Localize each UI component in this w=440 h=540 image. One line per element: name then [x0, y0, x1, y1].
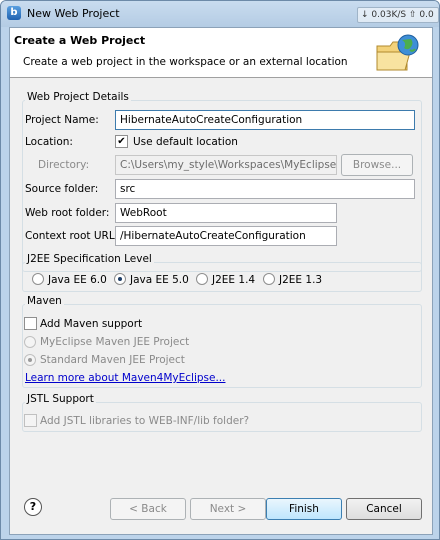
java-ee-6-label: Java EE 6.0 [48, 274, 107, 286]
back-button[interactable]: < Back [110, 498, 186, 520]
add-maven-support-label: Add Maven support [40, 318, 143, 330]
standard-maven-jee-label: Standard Maven JEE Project [40, 354, 185, 366]
wizard-description: Create a web project in the workspace or… [23, 56, 348, 68]
use-default-location-label: Use default location [133, 136, 238, 148]
folder-globe-icon [376, 34, 419, 71]
source-folder-input[interactable]: src [115, 179, 415, 199]
project-name-input[interactable]: HibernateAutoCreateConfiguration [115, 110, 415, 130]
context-root-url-label: Context root URL: [25, 230, 119, 242]
use-default-location-checkbox[interactable]: ✔ [115, 135, 128, 148]
next-button[interactable]: Next > [190, 498, 266, 520]
radio-java-ee-5[interactable] [114, 273, 126, 285]
browse-button[interactable]: Browse... [341, 154, 413, 176]
dialog-client-area: Create a Web Project Create a web projec… [9, 27, 433, 535]
web-root-folder-label: Web root folder: [25, 207, 110, 219]
j2ee-1-4-label: J2EE 1.4 [212, 274, 256, 286]
wizard-title: Create a Web Project [14, 34, 146, 47]
window-title: New Web Project [27, 7, 120, 20]
add-maven-support-checkbox[interactable] [24, 317, 37, 330]
network-speed-widget: ↓ 0.03K/S ⇧ 0.0 [357, 7, 439, 23]
web-root-folder-input[interactable]: WebRoot [115, 203, 337, 223]
radio-myeclipse-maven-jee[interactable] [24, 336, 36, 348]
jstl-support-label: JSTL Support [25, 393, 96, 405]
help-icon[interactable]: ? [24, 498, 42, 516]
project-name-label: Project Name: [25, 114, 99, 126]
java-ee-5-label: Java EE 5.0 [130, 274, 189, 286]
context-root-url-input[interactable]: /HibernateAutoCreateConfiguration [115, 226, 337, 246]
radio-j2ee-1-3[interactable] [263, 273, 275, 285]
learn-more-maven-link[interactable]: Learn more about Maven4MyEclipse... [25, 372, 225, 384]
source-folder-label: Source folder: [25, 183, 99, 195]
myeclipse-maven-jee-label: MyEclipse Maven JEE Project [40, 336, 190, 348]
finish-button[interactable]: Finish [266, 498, 342, 520]
maven-label: Maven [25, 295, 64, 307]
j2ee-spec-label: J2EE Specification Level [25, 253, 154, 265]
cancel-button[interactable]: Cancel [346, 498, 422, 520]
directory-label: Directory: [38, 159, 90, 171]
radio-java-ee-6[interactable] [32, 273, 44, 285]
j2ee-1-3-label: J2EE 1.3 [279, 274, 323, 286]
add-jstl-label: Add JSTL libraries to WEB-INF/lib folder… [40, 415, 250, 427]
radio-standard-maven-jee[interactable] [24, 354, 36, 366]
myeclipse-icon: b [7, 6, 21, 20]
web-project-details-label: Web Project Details [25, 91, 131, 103]
add-jstl-checkbox[interactable] [24, 414, 37, 427]
location-label: Location: [25, 136, 73, 148]
title-bar[interactable]: b New Web Project ↓ 0.03K/S ⇧ 0.0 [1, 1, 439, 27]
directory-input[interactable]: C:\Users\my_style\Workspaces\MyEclipse B… [115, 155, 337, 175]
wizard-header: Create a Web Project Create a web projec… [10, 28, 432, 78]
radio-j2ee-1-4[interactable] [196, 273, 208, 285]
new-web-project-window: b New Web Project ↓ 0.03K/S ⇧ 0.0 Create… [0, 0, 440, 540]
